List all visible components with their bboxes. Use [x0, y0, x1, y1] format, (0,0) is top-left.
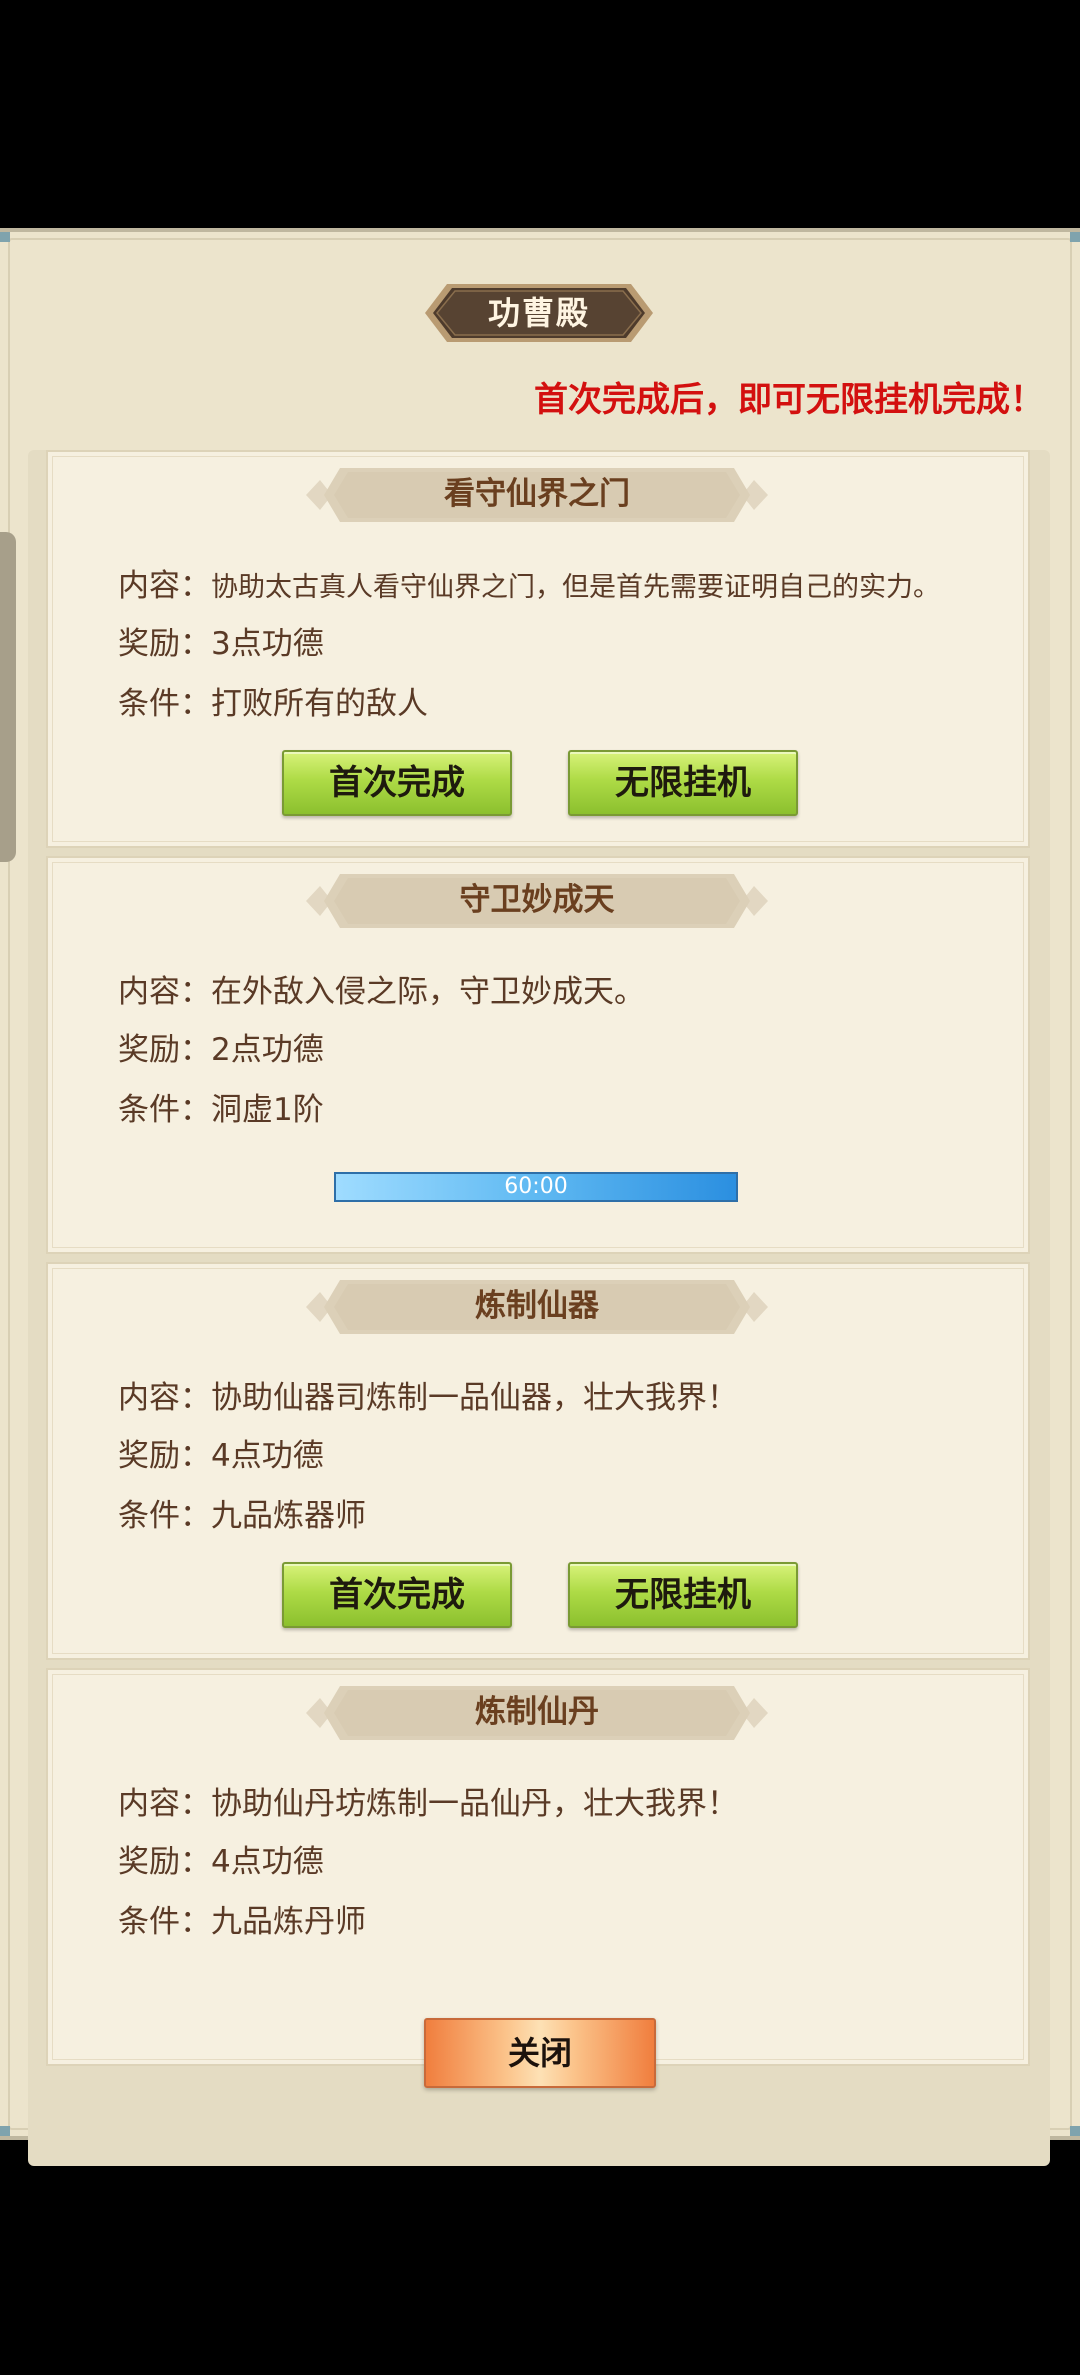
task-condition: 条件：九品炼器师	[118, 1490, 366, 1535]
reward-label: 奖励：	[118, 626, 211, 662]
task-title: 看守仙界之门	[444, 476, 630, 512]
task-title: 守卫妙成天	[459, 882, 615, 918]
condition-label: 条件：	[118, 1904, 211, 1940]
task-reward: 奖励：3点功德	[118, 618, 324, 663]
condition-value: 打败所有的敌人	[211, 686, 428, 722]
task-content: 内容：在外敌入侵之际，守卫妙成天。	[118, 966, 645, 1011]
task-reward: 奖励：4点功德	[118, 1430, 324, 1475]
content-label: 内容：	[118, 1786, 211, 1822]
content-value: 协助仙器司炼制一品仙器，壮大我界！	[211, 1380, 738, 1416]
corner-ornament	[1070, 232, 1080, 242]
reward-value: 2点功德	[211, 1032, 324, 1068]
task-condition: 条件：打败所有的敌人	[118, 678, 428, 723]
task-card: 炼制仙器 内容：协助仙器司炼制一品仙器，壮大我界！ 奖励：4点功德 条件：九品炼…	[46, 1262, 1030, 1660]
task-card: 守卫妙成天 内容：在外敌入侵之际，守卫妙成天。 奖励：2点功德 条件：洞虚1阶 …	[46, 856, 1030, 1254]
task-panel: 功曹殿 首次完成后，即可无限挂机完成！ 看守仙界之门 内容：协助太古真人看守仙界…	[0, 228, 1080, 2166]
side-drawer-handle[interactable]	[0, 532, 16, 862]
content-label: 内容：	[118, 568, 211, 604]
reward-label: 奖励：	[118, 1032, 211, 1068]
content-value: 协助仙丹坊炼制一品仙丹，壮大我界！	[211, 1786, 738, 1822]
task-title-banner: 炼制仙器	[306, 1276, 768, 1338]
reward-value: 3点功德	[211, 626, 324, 662]
task-condition: 条件：九品炼丹师	[118, 1896, 366, 1941]
task-title-banner: 看守仙界之门	[306, 464, 768, 526]
task-title-banner: 守卫妙成天	[306, 870, 768, 932]
content-label: 内容：	[118, 974, 211, 1010]
task-content: 内容：协助仙器司炼制一品仙器，壮大我界！	[118, 1372, 738, 1417]
reward-label: 奖励：	[118, 1438, 211, 1474]
condition-value: 洞虚1阶	[211, 1092, 324, 1128]
content-value: 协助太古真人看守仙界之门，但是首先需要证明自己的实力。	[211, 572, 940, 603]
content-label: 内容：	[118, 1380, 211, 1416]
title-plaque: 功曹殿	[425, 282, 653, 344]
condition-value: 九品炼丹师	[211, 1904, 366, 1940]
task-reward: 奖励：2点功德	[118, 1024, 324, 1069]
task-list[interactable]: 看守仙界之门 内容：协助太古真人看守仙界之门，但是首先需要证明自己的实力。 奖励…	[28, 450, 1050, 2166]
idle-complete-button[interactable]: 无限挂机	[568, 750, 798, 816]
idle-complete-button[interactable]: 无限挂机	[568, 1562, 798, 1628]
task-content: 内容：协助太古真人看守仙界之门，但是首先需要证明自己的实力。	[118, 560, 940, 605]
reward-value: 4点功德	[211, 1844, 324, 1880]
reward-value: 4点功德	[211, 1438, 324, 1474]
corner-ornament	[1070, 2126, 1080, 2136]
task-card: 看守仙界之门 内容：协助太古真人看守仙界之门，但是首先需要证明自己的实力。 奖励…	[46, 450, 1030, 848]
notice-text: 首次完成后，即可无限挂机完成！	[534, 380, 1044, 420]
content-value: 在外敌入侵之际，守卫妙成天。	[211, 974, 645, 1010]
countdown-progress-bar: 60:00	[334, 1172, 738, 1202]
task-condition: 条件：洞虚1阶	[118, 1084, 324, 1129]
condition-label: 条件：	[118, 686, 211, 722]
corner-ornament	[0, 2126, 10, 2136]
condition-value: 九品炼器师	[211, 1498, 366, 1534]
first-complete-button[interactable]: 首次完成	[282, 750, 512, 816]
page-title: 功曹殿	[487, 294, 590, 332]
corner-ornament	[0, 232, 10, 242]
countdown-timer: 60:00	[504, 1174, 568, 1199]
task-card: 炼制仙丹 内容：协助仙丹坊炼制一品仙丹，壮大我界！ 奖励：4点功德 条件：九品炼…	[46, 1668, 1030, 2066]
task-title: 炼制仙器	[475, 1288, 599, 1324]
condition-label: 条件：	[118, 1498, 211, 1534]
task-content: 内容：协助仙丹坊炼制一品仙丹，壮大我界！	[118, 1778, 738, 1823]
task-title: 炼制仙丹	[475, 1694, 599, 1730]
first-complete-button[interactable]: 首次完成	[282, 1562, 512, 1628]
task-title-banner: 炼制仙丹	[306, 1682, 768, 1744]
close-button[interactable]: 关闭	[424, 2018, 656, 2088]
task-reward: 奖励：4点功德	[118, 1836, 324, 1881]
condition-label: 条件：	[118, 1092, 211, 1128]
reward-label: 奖励：	[118, 1844, 211, 1880]
